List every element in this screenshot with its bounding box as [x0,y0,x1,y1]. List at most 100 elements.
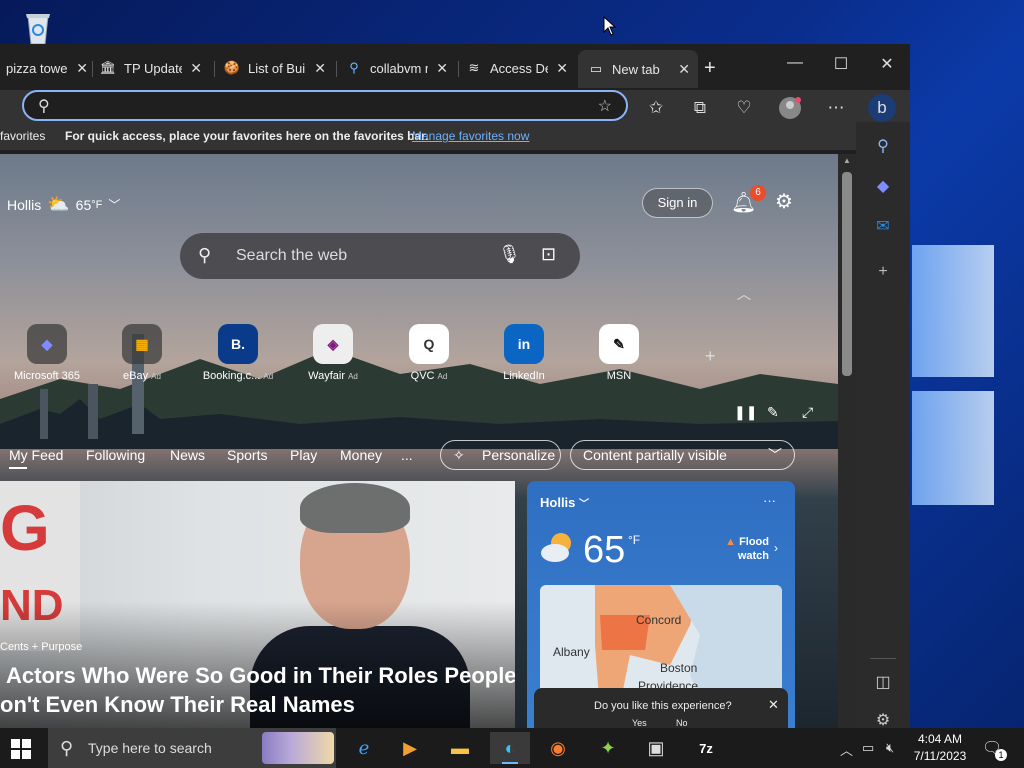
favorites-icon[interactable]: ✩ [642,94,670,122]
feedback-popup: Do you like this experience? ✕ Yes No [534,688,788,730]
close-icon[interactable]: ✕ [314,60,326,77]
address-bar[interactable]: ⚲ ☆ [22,90,628,121]
m365-icon[interactable]: ◆ [871,174,895,198]
qvc-icon: Q [409,324,449,364]
favorite-star-icon[interactable]: ☆ [598,96,612,116]
tab-title: New tab [612,61,660,77]
edit-background-icon[interactable]: ✎ [767,404,779,421]
quick-link-qvc[interactable]: Q QVC Ad [384,324,474,382]
feed-tab-sports[interactable]: Sports [227,447,267,463]
outlook-icon[interactable]: ✉ [871,214,895,238]
feed-tab-money[interactable]: Money [340,447,382,463]
browser-essentials-icon[interactable]: ♡ [730,94,758,122]
maximize-button[interactable]: ☐ [818,54,864,74]
quick-link-ebay[interactable]: ▦ eBay Ad [97,324,187,382]
quick-link-label: Microsoft 365 [13,370,81,382]
tab-new-tab[interactable]: ▭ New tab ✕ [578,50,698,88]
quick-link-msn[interactable]: ✎ MSN [574,324,664,382]
mouse-cursor-icon [603,16,617,36]
quick-link-linkedin[interactable]: in LinkedIn [479,324,569,382]
tab-separator [92,61,93,77]
chevron-right-icon: › [774,541,778,555]
bing-copilot-icon[interactable]: b [868,94,896,122]
microphone-icon[interactable]: 🎙︎ [498,244,521,265]
media-player-icon[interactable]: ▶ [390,732,430,764]
search-placeholder: Search the web [236,247,348,264]
tab-collabvm[interactable]: ⚲ collabvm r ✕ [346,52,456,84]
settings-gear-icon[interactable]: ⚙ [775,189,793,214]
tab-title: pizza towe [6,60,68,76]
manage-favorites-link[interactable]: Manage favorites now [412,129,529,143]
windows-start-icon[interactable] [10,738,32,760]
weather-location[interactable]: Hollis ⛅ 65 °F ﹀ [7,194,120,215]
volume-muted-icon[interactable]: 🔇︎ [886,740,894,756]
tab-list-of-buildings[interactable]: 🍪 List of Buil ✕ [224,52,334,84]
tab-tp-update[interactable]: 🏛 TP Update ✕ [100,52,210,84]
quick-link-wayfair[interactable]: ◈ Wayfair Ad [288,324,378,382]
search-icon[interactable]: ⚲ [871,134,895,158]
close-icon[interactable]: ✕ [436,60,448,77]
add-quick-link-icon[interactable]: + [705,346,716,367]
collections-icon[interactable]: ⧉ [686,94,714,122]
ad-label: Ad [151,372,161,381]
close-window-button[interactable]: ✕ [864,54,910,74]
wayfair-icon: ◈ [313,324,353,364]
edge-taskbar-icon[interactable]: ◐ [490,732,530,764]
feedback-no-button[interactable]: No [676,718,688,728]
recycle-bin-icon[interactable] [18,6,58,46]
feed-tab-following[interactable]: Following [86,447,145,463]
close-icon[interactable]: ✕ [678,61,690,78]
page-scrollbar[interactable]: ▲ [838,154,856,730]
edge-sidebar: ⚲ ◆ ✉ + ◫ ⚙ [856,122,910,730]
favorites-label[interactable]: favorites [0,129,45,143]
plus-icon[interactable]: + [871,260,895,284]
expand-icon[interactable]: ⤢ [802,404,813,421]
app-icon[interactable]: ✦ [588,732,628,764]
feed-tab-play[interactable]: Play [290,447,317,463]
close-icon[interactable]: ✕ [768,697,779,713]
feed-tab-my-feed[interactable]: My Feed [9,447,63,469]
web-search-box[interactable]: ⚲ Search the web 🎙︎ ⊡ [180,233,580,279]
taskbar-search-box[interactable]: ⚲ Type here to search [48,728,336,768]
new-tab-button[interactable]: + [704,52,728,84]
tab-pizza-tower[interactable]: pizza towe ✕ [0,52,90,84]
address-input[interactable] [64,95,584,117]
quick-link-microsoft-365[interactable]: ◆ Microsoft 365 [2,324,92,382]
sign-in-button[interactable]: Sign in [642,188,713,218]
close-icon[interactable]: ✕ [556,60,568,77]
hero-news-card[interactable]: G ND Cents + Purpose Actors Who Were So … [0,481,515,730]
chevron-up-icon[interactable]: ︿ [737,284,751,304]
feed-tab-news[interactable]: News [170,447,205,463]
quick-link-label: eBay [123,370,149,382]
tray-chevron-up-icon[interactable]: ︿ [840,740,853,759]
profile-avatar-icon[interactable] [776,94,804,122]
internet-explorer-icon[interactable]: ℯ [344,732,384,764]
visual-search-icon[interactable]: ⊡ [541,244,556,265]
network-icon[interactable]: ▭ [862,740,874,756]
clock-date: 7/11/2023 [913,749,967,763]
feed-more-button[interactable]: ... [401,447,413,463]
7zip-icon[interactable]: 7z [686,732,726,764]
content-visibility-dropdown[interactable]: Content partially visible ﹀ [570,440,795,470]
sidebar-settings-gear-icon[interactable]: ⚙ [871,708,895,730]
hide-sidebar-icon[interactable]: ◫ [871,670,895,694]
firefox-icon[interactable]: ◉ [538,732,578,764]
personalize-button[interactable]: ✧ Personalize [440,440,561,470]
close-icon[interactable]: ✕ [190,60,202,77]
tab-access-denied[interactable]: ≋ Access De ✕ [466,52,576,84]
flood-watch-alert[interactable]: ▲ Flood watch [717,535,769,563]
scrollbar-thumb[interactable] [842,172,852,376]
weather-city[interactable]: Hollis ﹀ [540,495,589,510]
scroll-up-arrow-icon[interactable]: ▲ [843,156,851,165]
weather-temperature: 65 [583,529,626,571]
feedback-yes-button[interactable]: Yes [632,718,647,728]
minimize-button[interactable]: — [772,54,818,72]
file-explorer-icon[interactable]: ▬ [440,732,480,764]
pause-background-icon[interactable]: ❚❚ [734,404,757,421]
app-window-icon[interactable]: ▣ [636,732,676,764]
close-icon[interactable]: ✕ [76,60,88,77]
more-options-icon[interactable]: ··· [763,493,776,508]
quick-link-booking[interactable]: B. Booking.c... Ad [193,324,283,382]
more-options-icon[interactable]: ⋯ [822,94,850,122]
system-clock[interactable]: 4:04 AM 7/11/2023 [912,731,968,765]
